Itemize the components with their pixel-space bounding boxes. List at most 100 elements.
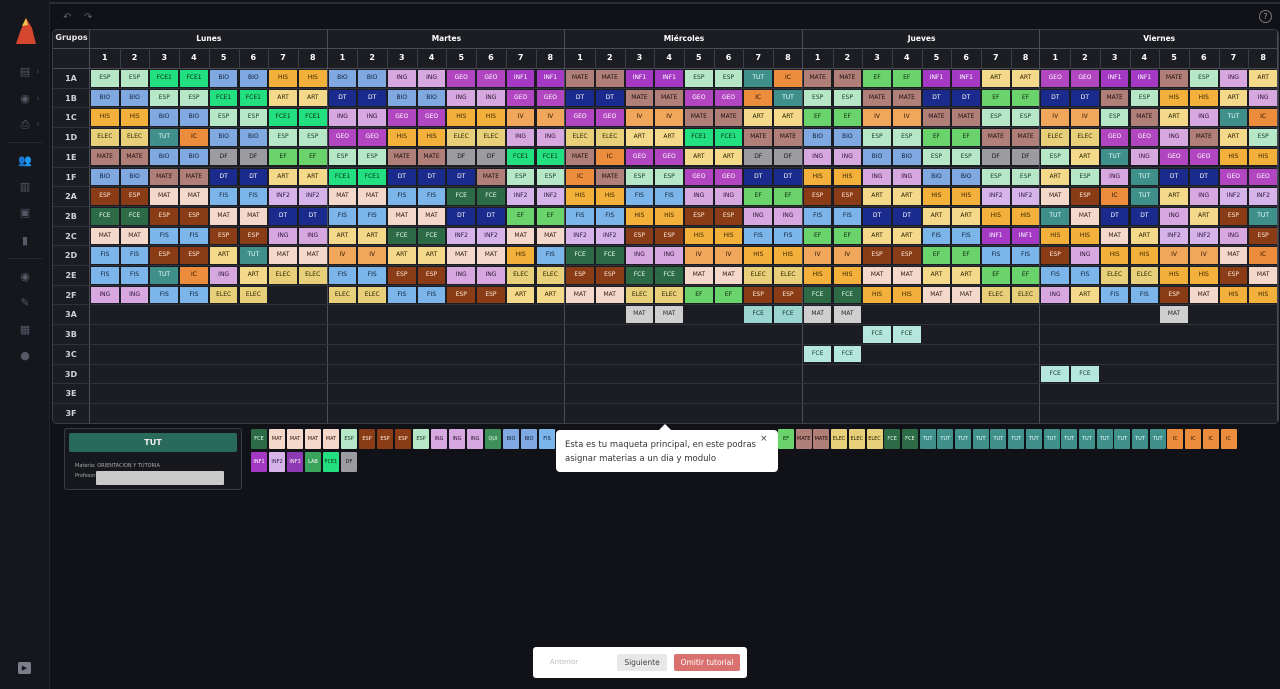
schedule-slot[interactable]: BIO [892, 148, 921, 166]
schedule-slot[interactable]: DT [417, 168, 446, 186]
schedule-slot[interactable]: HIS [655, 207, 683, 225]
schedule-slot[interactable]: ING [358, 109, 386, 127]
schedule-slot[interactable]: MATE [625, 89, 654, 107]
schedule-slot[interactable]: ESP [922, 148, 951, 166]
schedule-slot[interactable]: TUT [1130, 188, 1159, 205]
schedule-slot[interactable]: ING [625, 247, 654, 264]
schedule-slot[interactable]: IV [892, 109, 921, 127]
schedule-slot[interactable]: ING [1189, 188, 1218, 205]
schedule-slot[interactable]: ART [1160, 188, 1188, 205]
empty-slot[interactable] [923, 306, 951, 323]
empty-slot[interactable] [269, 385, 297, 402]
schedule-slot[interactable]: ART [982, 70, 1010, 87]
schedule-slot[interactable]: IV [1041, 109, 1070, 127]
empty-slot[interactable] [1071, 405, 1099, 422]
empty-slot[interactable] [1071, 346, 1099, 363]
schedule-slot[interactable]: ART [744, 109, 773, 127]
schedule-slot[interactable]: FIS [358, 267, 386, 284]
empty-slot[interactable] [91, 306, 119, 323]
schedule-slot[interactable]: DF [774, 148, 802, 166]
schedule-slot[interactable]: FCE [774, 306, 802, 324]
schedule-slot[interactable]: ING [447, 89, 476, 107]
schedule-slot[interactable]: INF2 [595, 227, 624, 245]
schedule-slot[interactable]: ART [863, 227, 891, 245]
schedule-slot[interactable]: MAT [506, 227, 535, 245]
schedule-slot[interactable]: HIS [91, 109, 119, 127]
schedule-slot[interactable]: HIS [922, 188, 951, 205]
schedule-slot[interactable]: FIS [1130, 286, 1159, 304]
empty-slot[interactable] [507, 326, 535, 343]
schedule-slot[interactable]: FCE1 [536, 148, 565, 166]
schedule-slot[interactable]: IC [566, 168, 594, 186]
schedule-slot[interactable]: MATE [922, 109, 951, 127]
schedule-slot[interactable]: ELEC [269, 267, 297, 284]
empty-slot[interactable] [447, 366, 475, 383]
empty-slot[interactable] [388, 405, 416, 422]
schedule-slot[interactable]: FIS [388, 188, 416, 205]
schedule-slot[interactable]: FCE1 [506, 148, 535, 166]
empty-slot[interactable] [715, 405, 743, 422]
empty-slot[interactable] [596, 346, 624, 363]
empty-slot[interactable] [1160, 385, 1188, 402]
schedule-slot[interactable]: HIS [1160, 89, 1188, 107]
schedule-slot[interactable]: FCE [833, 286, 862, 304]
schedule-slot[interactable]: DT [269, 207, 297, 225]
schedule-slot[interactable]: DT [209, 168, 238, 186]
schedule-slot[interactable]: BIO [833, 129, 862, 146]
schedule-slot[interactable]: FCE [477, 188, 505, 205]
empty-slot[interactable] [685, 346, 713, 363]
schedule-slot[interactable]: ELEC [209, 286, 238, 304]
schedule-slot[interactable]: ESP [239, 227, 268, 245]
schedule-slot[interactable]: FIS [655, 188, 683, 205]
undo-icon[interactable]: ↶ [63, 12, 71, 23]
schedule-slot[interactable]: FIS [120, 267, 149, 284]
schedule-slot[interactable]: DT [863, 207, 891, 225]
empty-slot[interactable] [1071, 326, 1099, 343]
schedule-slot[interactable]: TUT [1130, 168, 1159, 186]
schedule-slot[interactable]: MAT [388, 207, 416, 225]
tray-subject-chip[interactable]: TUT [990, 429, 1007, 449]
schedule-slot[interactable]: ESP [833, 188, 862, 205]
schedule-slot[interactable]: ING [774, 207, 802, 225]
empty-slot[interactable] [358, 366, 386, 383]
empty-slot[interactable] [715, 366, 743, 383]
tray-subject-chip[interactable]: MAT [287, 429, 303, 449]
empty-slot[interactable] [1131, 326, 1159, 343]
empty-slot[interactable] [596, 366, 624, 383]
schedule-slot[interactable]: DT [1189, 168, 1218, 186]
schedule-slot[interactable]: MATE [744, 129, 773, 146]
schedule-slot[interactable]: MAT [1249, 267, 1277, 284]
schedule-slot[interactable]: GEO [1071, 70, 1099, 87]
schedule-slot[interactable]: IC [744, 89, 773, 107]
schedule-slot[interactable]: ING [1071, 247, 1099, 264]
empty-slot[interactable] [418, 366, 446, 383]
schedule-slot[interactable]: ELEC [744, 267, 773, 284]
schedule-slot[interactable]: ESP [180, 207, 208, 225]
schedule-slot[interactable]: ELEC [447, 129, 476, 146]
empty-slot[interactable] [1012, 405, 1040, 422]
empty-slot[interactable] [329, 405, 357, 422]
schedule-slot[interactable]: HIS [803, 168, 832, 186]
schedule-slot[interactable]: ESP [180, 89, 208, 107]
schedule-slot[interactable]: HIS [1249, 286, 1277, 304]
schedule-slot[interactable]: DT [744, 168, 773, 186]
schedule-slot[interactable]: ART [417, 247, 446, 264]
schedule-slot[interactable]: EF [952, 129, 980, 146]
schedule-slot[interactable]: ART [1130, 227, 1159, 245]
schedule-slot[interactable]: ART [1071, 286, 1099, 304]
schedule-slot[interactable]: BIO [91, 89, 119, 107]
schedule-slot[interactable]: ART [1249, 70, 1277, 87]
empty-slot[interactable] [834, 366, 862, 383]
tray-subject-chip[interactable]: ING [467, 429, 483, 449]
empty-slot[interactable] [1012, 346, 1040, 363]
schedule-slot[interactable]: IV [625, 109, 654, 127]
empty-slot[interactable] [477, 385, 505, 402]
empty-slot[interactable] [1101, 346, 1129, 363]
schedule-slot[interactable]: HIS [566, 188, 594, 205]
empty-slot[interactable] [566, 306, 594, 323]
empty-slot[interactable] [537, 346, 565, 363]
empty-slot[interactable] [1249, 405, 1277, 422]
schedule-slot[interactable]: INF2 [1249, 188, 1277, 205]
schedule-slot[interactable]: INF2 [1160, 227, 1188, 245]
schedule-slot[interactable]: MAT [1219, 247, 1248, 264]
